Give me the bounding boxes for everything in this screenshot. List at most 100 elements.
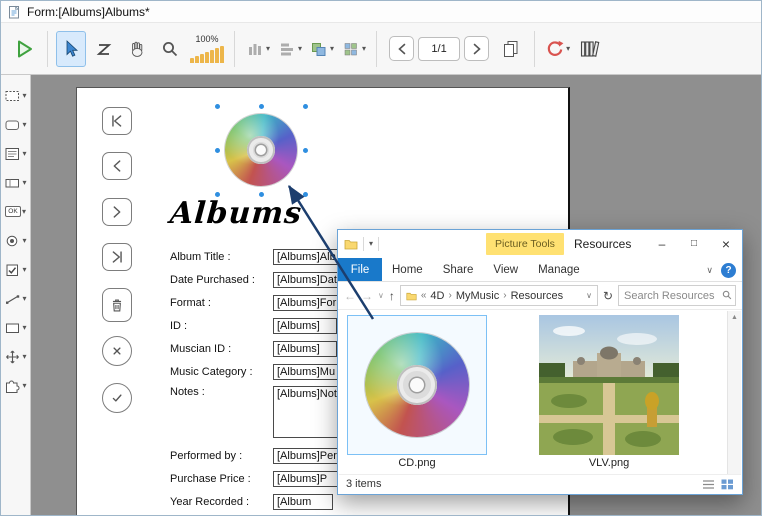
cancel-button[interactable] — [102, 336, 132, 366]
execute-form-button[interactable] — [9, 31, 39, 67]
dropdown-caret-icon[interactable]: ▾ — [22, 92, 26, 100]
search-icon — [721, 289, 733, 301]
ribbon-tabs: File Home Share View Manage ∨ ? — [338, 258, 742, 282]
tab-manage[interactable]: Manage — [528, 258, 590, 281]
grid-snap-tool[interactable]: ▾ — [339, 31, 368, 67]
dropdown-caret-icon[interactable]: ▾ — [298, 45, 302, 53]
selection-handle[interactable] — [258, 103, 265, 110]
selection-handle[interactable] — [302, 103, 309, 110]
distribute-horizontal-tool[interactable]: ▾ — [243, 31, 272, 67]
form-document-icon — [7, 5, 21, 19]
zoom-tool-button[interactable] — [155, 31, 185, 67]
breadcrumb-item[interactable]: Resources — [511, 290, 564, 302]
tab-view[interactable]: View — [483, 258, 528, 281]
field-value[interactable]: [Album — [273, 494, 333, 510]
breadcrumb[interactable]: « 4D › MyMusic › Resources ∨ — [400, 285, 598, 306]
back-icon[interactable]: ← — [344, 289, 356, 303]
plugin-tool[interactable]: ▾ — [2, 375, 30, 396]
library-button[interactable] — [575, 31, 605, 67]
zoom-bars[interactable] — [190, 45, 224, 63]
input-field-tool[interactable]: ▾ — [2, 172, 30, 193]
dropdown-caret-icon[interactable]: ▾ — [22, 324, 26, 332]
form-field-row: ID :[Albums] — [170, 317, 337, 335]
next-record-button[interactable] — [102, 198, 132, 226]
button-tool[interactable]: ▾ — [2, 114, 30, 135]
thumbnail-view-icon[interactable] — [721, 479, 734, 490]
distribute-vertical-tool[interactable]: ▾ — [275, 31, 304, 67]
splitter-tool[interactable]: ▾ — [2, 346, 30, 367]
dropdown-caret-icon[interactable]: ▾ — [22, 179, 26, 187]
form-events-tool[interactable]: ▾ — [543, 31, 572, 67]
text-area-tool[interactable]: ▾ — [2, 85, 30, 106]
file-item-cd[interactable]: CD.png — [347, 315, 487, 469]
zoom-level-control[interactable]: 100% — [190, 29, 224, 69]
minimize-button[interactable]: – — [646, 230, 678, 257]
quick-access-caret-icon[interactable]: ▾ — [369, 240, 373, 248]
details-view-icon[interactable] — [702, 479, 715, 490]
refresh-icon[interactable]: ↻ — [603, 289, 613, 303]
align-objects-tool[interactable]: ▾ — [307, 31, 336, 67]
field-value[interactable]: [Albums] — [273, 341, 337, 357]
input-field-icon — [4, 175, 21, 191]
dropdown-caret-icon[interactable]: ▾ — [566, 45, 570, 53]
line-tool[interactable]: ▾ — [2, 288, 30, 309]
radio-button-icon — [4, 233, 21, 249]
dropdown-caret-icon[interactable]: ▾ — [22, 353, 26, 361]
tab-file[interactable]: File — [338, 258, 382, 281]
search-box — [618, 285, 736, 306]
tab-share[interactable]: Share — [433, 258, 484, 281]
maximize-button[interactable]: □ — [678, 230, 710, 257]
dropdown-caret-icon[interactable]: ▾ — [22, 295, 26, 303]
delete-record-button[interactable] — [102, 288, 132, 322]
form-pages-button[interactable] — [496, 31, 526, 67]
explorer-search-input[interactable] — [618, 285, 736, 306]
dropdown-caret-icon[interactable]: ▾ — [362, 45, 366, 53]
form-cd-picture[interactable] — [225, 114, 297, 186]
previous-page-button[interactable] — [389, 36, 414, 61]
vlv-thumbnail[interactable] — [539, 315, 679, 455]
breadcrumb-item[interactable]: MyMusic — [456, 290, 499, 302]
next-page-button[interactable] — [464, 36, 489, 61]
dropdown-caret-icon[interactable]: ▾ — [22, 208, 26, 216]
pointer-tool-button[interactable] — [56, 31, 86, 67]
rectangle-tool[interactable]: ▾ — [2, 317, 30, 338]
last-record-button[interactable] — [102, 243, 132, 271]
ok-button-tool[interactable]: OK▾ — [2, 201, 30, 222]
dropdown-caret-icon[interactable]: ▾ — [266, 45, 270, 53]
previous-record-button[interactable] — [102, 152, 132, 180]
list-box-tool[interactable]: ▾ — [2, 143, 30, 164]
ribbon-collapse-icon[interactable]: ∨ — [706, 265, 713, 276]
dropdown-caret-icon[interactable]: ▾ — [22, 150, 26, 158]
scrollbar[interactable]: ▲ — [727, 311, 741, 474]
draw-tool-button[interactable] — [89, 31, 119, 67]
address-dropdown-icon[interactable]: ∨ — [586, 291, 592, 300]
selection-handle[interactable] — [214, 147, 221, 154]
cd-thumbnail[interactable] — [347, 315, 487, 455]
breadcrumb-separator-icon: › — [448, 290, 451, 301]
puzzle-icon — [4, 377, 21, 394]
picture-tools-contextual-tab[interactable]: Picture Tools — [486, 233, 564, 255]
selection-handle[interactable] — [302, 147, 309, 154]
history-caret-icon[interactable]: ∨ — [378, 291, 384, 300]
tab-home[interactable]: Home — [382, 258, 433, 281]
file-item-vlv[interactable]: VLV.png — [539, 315, 679, 469]
checkbox-tool[interactable]: ▾ — [2, 259, 30, 280]
breadcrumb-item[interactable]: 4D — [430, 290, 444, 302]
dropdown-caret-icon[interactable]: ▾ — [22, 266, 26, 274]
dropdown-caret-icon[interactable]: ▾ — [22, 121, 26, 129]
forward-icon[interactable]: → — [361, 289, 373, 303]
radio-button-tool[interactable]: ▾ — [2, 230, 30, 251]
hand-tool-button[interactable] — [122, 31, 152, 67]
dropdown-caret-icon[interactable]: ▾ — [22, 237, 26, 245]
selection-handle[interactable] — [214, 103, 221, 110]
first-record-button[interactable] — [102, 107, 132, 135]
cd-image — [365, 333, 469, 437]
close-button[interactable]: × — [710, 230, 742, 257]
dropdown-caret-icon[interactable]: ▾ — [330, 45, 334, 53]
up-icon[interactable]: ↑ — [389, 289, 395, 303]
dropdown-caret-icon[interactable]: ▾ — [22, 382, 26, 390]
accept-button[interactable] — [102, 383, 132, 413]
scroll-up-icon[interactable]: ▲ — [731, 314, 738, 474]
help-icon[interactable]: ? — [721, 263, 736, 278]
field-value[interactable]: [Albums] — [273, 318, 337, 334]
